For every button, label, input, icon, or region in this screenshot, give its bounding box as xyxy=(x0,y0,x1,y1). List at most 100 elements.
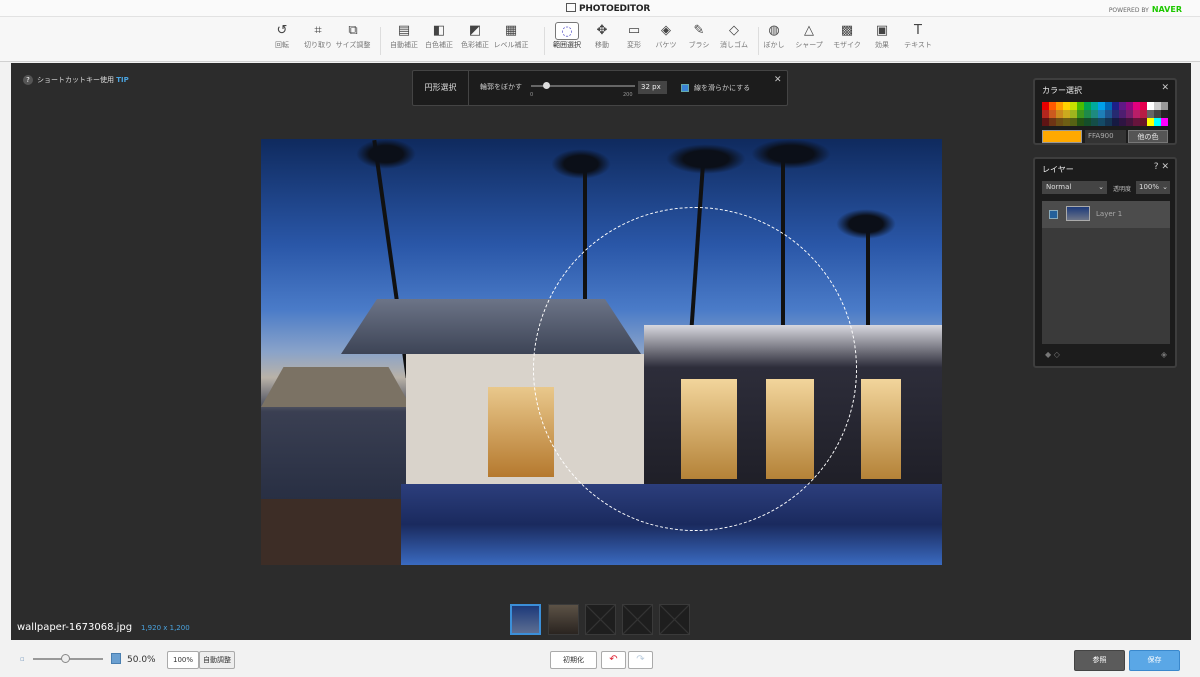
color-swatch[interactable] xyxy=(1056,110,1063,118)
feather-value-input[interactable]: 32 px xyxy=(638,81,667,94)
color-swatch[interactable] xyxy=(1105,102,1112,110)
browse-button[interactable]: 参照 xyxy=(1074,650,1125,671)
reset-button[interactable]: 初期化 xyxy=(550,651,597,669)
color-swatch[interactable] xyxy=(1084,110,1091,118)
thumbnail-placeholder xyxy=(660,605,689,634)
tool-eraser[interactable]: ◇ 消しゴム xyxy=(718,22,750,60)
color-swatch[interactable] xyxy=(1140,118,1147,126)
undo-button[interactable]: ↶ xyxy=(601,651,626,669)
smooth-checkbox[interactable] xyxy=(681,84,689,92)
color-swatch[interactable] xyxy=(1063,110,1070,118)
canvas-image[interactable] xyxy=(261,139,942,565)
tool-text[interactable]: T テキスト xyxy=(902,22,934,60)
zoom-slider-handle[interactable] xyxy=(61,654,70,663)
color-swatch[interactable] xyxy=(1077,118,1084,126)
layer-name: Layer 1 xyxy=(1096,210,1123,218)
top-bar: PHOTOEDITOR POWERED BY NAVER xyxy=(0,0,1200,17)
color-swatch[interactable] xyxy=(1091,102,1098,110)
color-swatch[interactable] xyxy=(1154,110,1161,118)
color-swatch[interactable] xyxy=(1161,102,1168,110)
redo-button[interactable]: ↷ xyxy=(628,651,653,669)
color-swatch[interactable] xyxy=(1098,102,1105,110)
color-swatch[interactable] xyxy=(1112,118,1119,126)
color-swatch[interactable] xyxy=(1154,118,1161,126)
help-icon[interactable]: ? xyxy=(1154,162,1159,172)
color-swatch[interactable] xyxy=(1049,118,1056,126)
slider-handle[interactable] xyxy=(543,82,550,89)
layer-visibility-checkbox[interactable] xyxy=(1049,210,1058,219)
close-icon[interactable]: ✕ xyxy=(1161,83,1169,93)
other-color-button[interactable]: 他の色 xyxy=(1128,130,1168,143)
zoom-slider[interactable] xyxy=(33,654,103,663)
color-swatch[interactable] xyxy=(1161,110,1168,118)
blend-mode-select[interactable]: Normal ⌄ xyxy=(1042,181,1107,194)
hex-color-input[interactable]: FFA900 xyxy=(1085,130,1126,143)
color-swatch[interactable] xyxy=(1063,102,1070,110)
color-swatch[interactable] xyxy=(1140,110,1147,118)
color-swatch[interactable] xyxy=(1098,110,1105,118)
color-swatch[interactable] xyxy=(1042,118,1049,126)
current-color-swatch[interactable] xyxy=(1042,130,1082,143)
color-swatch[interactable] xyxy=(1105,110,1112,118)
color-swatch[interactable] xyxy=(1084,118,1091,126)
color-swatch[interactable] xyxy=(1091,118,1098,126)
tool-levels[interactable]: ▦ レベル補正 xyxy=(494,22,529,60)
layer-row[interactable]: Layer 1 xyxy=(1042,201,1170,228)
color-swatch[interactable] xyxy=(1056,118,1063,126)
delete-layer-icon[interactable]: ◈ xyxy=(1161,350,1167,359)
close-icon[interactable]: ✕ xyxy=(1161,162,1169,172)
close-icon[interactable]: ✕ xyxy=(774,75,782,85)
file-name: wallpaper-1673068.jpg xyxy=(17,622,133,633)
tip-link[interactable]: TIP xyxy=(116,76,129,84)
layer-options-icon[interactable]: ◇ xyxy=(1054,350,1060,359)
color-swatch[interactable] xyxy=(1147,110,1154,118)
color-swatch[interactable] xyxy=(1119,102,1126,110)
color-swatch[interactable] xyxy=(1140,102,1147,110)
color-swatch[interactable] xyxy=(1070,102,1077,110)
color-swatch[interactable] xyxy=(1147,102,1154,110)
zoom-100-button[interactable]: 100% xyxy=(167,651,199,669)
color-swatch[interactable] xyxy=(1042,102,1049,110)
color-swatch[interactable] xyxy=(1070,118,1077,126)
color-swatch[interactable] xyxy=(1161,118,1168,126)
color-swatch[interactable] xyxy=(1147,118,1154,126)
auto-fit-button[interactable]: 自動調整 xyxy=(199,651,235,669)
tool-sharpen[interactable]: △ シャープ xyxy=(793,22,825,60)
color-swatch[interactable] xyxy=(1119,110,1126,118)
zoom-out-icon[interactable]: ▫ xyxy=(20,655,25,663)
save-button[interactable]: 保存 xyxy=(1129,650,1180,671)
color-swatch[interactable] xyxy=(1154,102,1161,110)
color-swatch[interactable] xyxy=(1084,102,1091,110)
thumbnail-1[interactable] xyxy=(510,604,541,635)
color-swatch[interactable] xyxy=(1119,118,1126,126)
feather-slider[interactable] xyxy=(531,82,635,89)
color-swatch[interactable] xyxy=(1105,118,1112,126)
color-swatch[interactable] xyxy=(1063,118,1070,126)
color-swatch[interactable] xyxy=(1091,110,1098,118)
color-swatch[interactable] xyxy=(1042,110,1049,118)
color-swatch[interactable] xyxy=(1070,110,1077,118)
brand-name: PHOTOEDITOR xyxy=(579,4,651,14)
color-swatch[interactable] xyxy=(1112,110,1119,118)
color-swatch[interactable] xyxy=(1126,102,1133,110)
tool-resize[interactable]: ⧉ サイズ調整 xyxy=(336,22,371,60)
opacity-select[interactable]: 100% ⌄ xyxy=(1136,181,1170,194)
shortcut-tip[interactable]: ? ショートカットキー使用 TIP xyxy=(23,75,129,85)
color-swatch[interactable] xyxy=(1049,102,1056,110)
color-swatch[interactable] xyxy=(1112,102,1119,110)
zoom-in-icon[interactable] xyxy=(111,653,121,664)
color-swatch[interactable] xyxy=(1077,102,1084,110)
color-swatch[interactable] xyxy=(1126,110,1133,118)
color-swatch[interactable] xyxy=(1077,110,1084,118)
color-swatch[interactable] xyxy=(1133,118,1140,126)
color-swatch[interactable] xyxy=(1098,118,1105,126)
circle-selection-marquee[interactable] xyxy=(533,207,857,531)
color-swatch[interactable] xyxy=(1056,102,1063,110)
color-swatch[interactable] xyxy=(1133,110,1140,118)
thumbnail-2[interactable] xyxy=(548,604,579,635)
chevron-down-icon: ⌄ xyxy=(1098,183,1104,191)
add-layer-icon[interactable]: ◆ xyxy=(1045,350,1051,359)
color-swatch[interactable] xyxy=(1126,118,1133,126)
color-swatch[interactable] xyxy=(1049,110,1056,118)
color-swatch[interactable] xyxy=(1133,102,1140,110)
